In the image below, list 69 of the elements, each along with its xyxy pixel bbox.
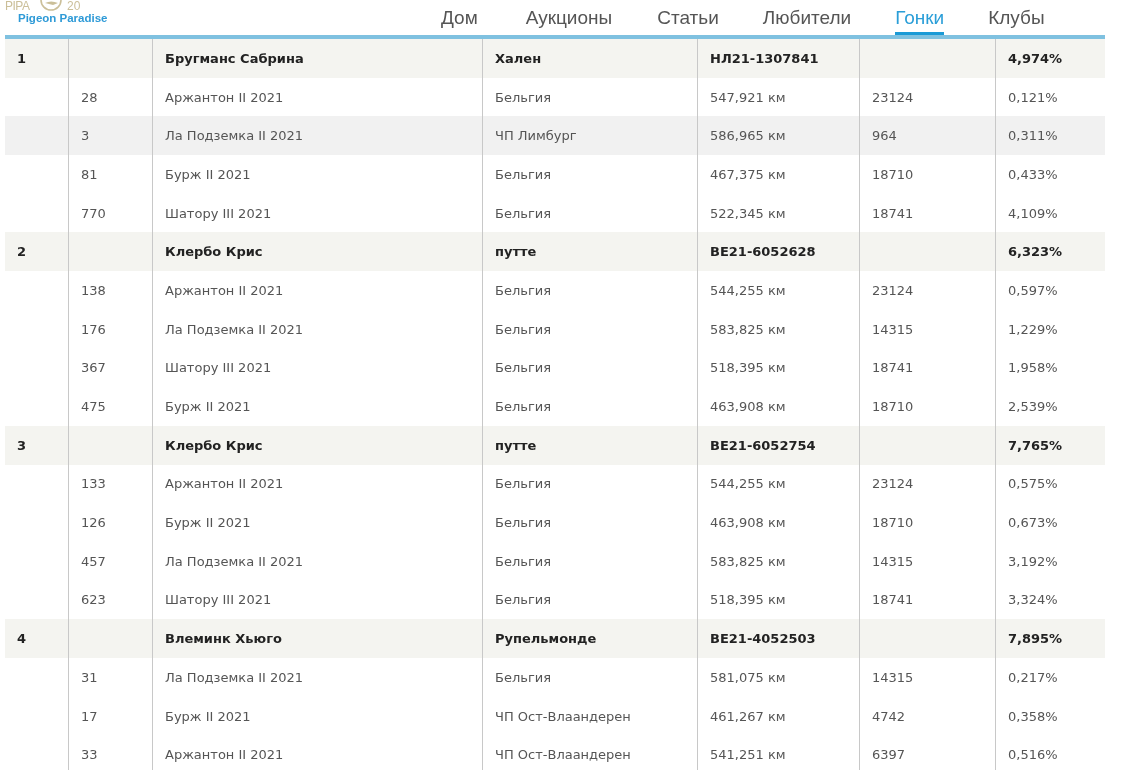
table-cell: 7,765% [995, 425, 1105, 465]
table-cell: Аржантон II 2021 [152, 735, 482, 770]
table-cell: 14315 [859, 658, 995, 697]
table-cell: НЛ21-1307841 [697, 39, 859, 78]
table-cell: 463,908 км [697, 387, 859, 426]
table-cell: Бельгия [482, 155, 697, 194]
table-cell: Ла Подземка II 2021 [152, 658, 482, 697]
table-cell: путте [482, 425, 697, 465]
nav-link[interactable]: Клубы [988, 8, 1045, 35]
table-cell: 126 [68, 503, 152, 542]
table-cell: 463,908 км [697, 503, 859, 542]
table-cell: 81 [68, 155, 152, 194]
table-cell: Бурж II 2021 [152, 387, 482, 426]
table-cell-text: 4 [16, 630, 28, 649]
table-cell: 457 [68, 541, 152, 581]
table-cell: 0,217% [995, 658, 1105, 697]
table-cell: 6397 [859, 735, 995, 770]
table-cell: Бельгия [482, 309, 697, 349]
table-cell: 176 [68, 309, 152, 349]
anniversary-mark: 20 [67, 0, 81, 12]
table-cell: 18710 [859, 503, 995, 542]
table-cell: Бельгия [482, 503, 697, 542]
table-cell: 23124 [859, 271, 995, 310]
table-cell: 18710 [859, 155, 995, 194]
table-cell: Бельгия [482, 387, 697, 426]
table-cell: 475 [68, 387, 152, 426]
table-cell: 138 [68, 271, 152, 310]
logo-name: Pigeon Paradise [18, 12, 108, 24]
nav-link[interactable]: Статьи [657, 8, 719, 35]
table-cell: Бурж II 2021 [152, 503, 482, 542]
table-cell: 583,825 км [697, 541, 859, 581]
table-cell: 544,255 км [697, 271, 859, 310]
table-cell: Хален [482, 39, 697, 78]
table-cell: BE21-6052754 [697, 425, 859, 465]
nav-link[interactable]: Любители [762, 8, 852, 35]
table-cell: Бельгия [482, 541, 697, 581]
table-cell: 0,597% [995, 271, 1105, 310]
nav-link[interactable]: Аукционы [525, 8, 613, 35]
table-cell: 33 [68, 735, 152, 770]
table-cell-text: 3 [16, 436, 28, 455]
table-cell: Бругманс Сабрина [152, 39, 482, 78]
table-cell: 581,075 км [697, 658, 859, 697]
table-cell: 0,433% [995, 155, 1105, 194]
table-cell: Клербо Крис [152, 425, 482, 465]
table-cell: Аржантон II 2021 [152, 271, 482, 310]
table-cell: Бельгия [482, 658, 697, 697]
table-cell: 541,251 км [697, 735, 859, 770]
table-cell: 467,375 км [697, 155, 859, 194]
table-cell: 31 [68, 658, 152, 697]
table-cell: 18710 [859, 387, 995, 426]
table-cell: ЧП Ост-Влаандерен [482, 735, 697, 770]
table-cell: Бельгия [482, 271, 697, 310]
table-cell: 2,539% [995, 387, 1105, 426]
table-cell: Ла Подземка II 2021 [152, 309, 482, 349]
table-cell: 3,192% [995, 541, 1105, 581]
table-cell: Ла Подземка II 2021 [152, 541, 482, 581]
table-cell: 1,229% [995, 309, 1105, 349]
nav-link[interactable]: Дом [441, 8, 478, 35]
table-cell: 14315 [859, 541, 995, 581]
table-cell: 583,825 км [697, 309, 859, 349]
bird-logo-icon [39, 0, 63, 13]
table-cell: 14315 [859, 309, 995, 349]
table-cell: 0,516% [995, 735, 1105, 770]
logo-mark: PIPA [5, 0, 30, 12]
table-cell: 0,673% [995, 503, 1105, 542]
table-cell-text: 1 [16, 49, 28, 68]
table-cell: Бурж II 2021 [152, 155, 482, 194]
table-cell: 4,974% [995, 39, 1105, 78]
table-cell-text: 2 [16, 243, 28, 262]
